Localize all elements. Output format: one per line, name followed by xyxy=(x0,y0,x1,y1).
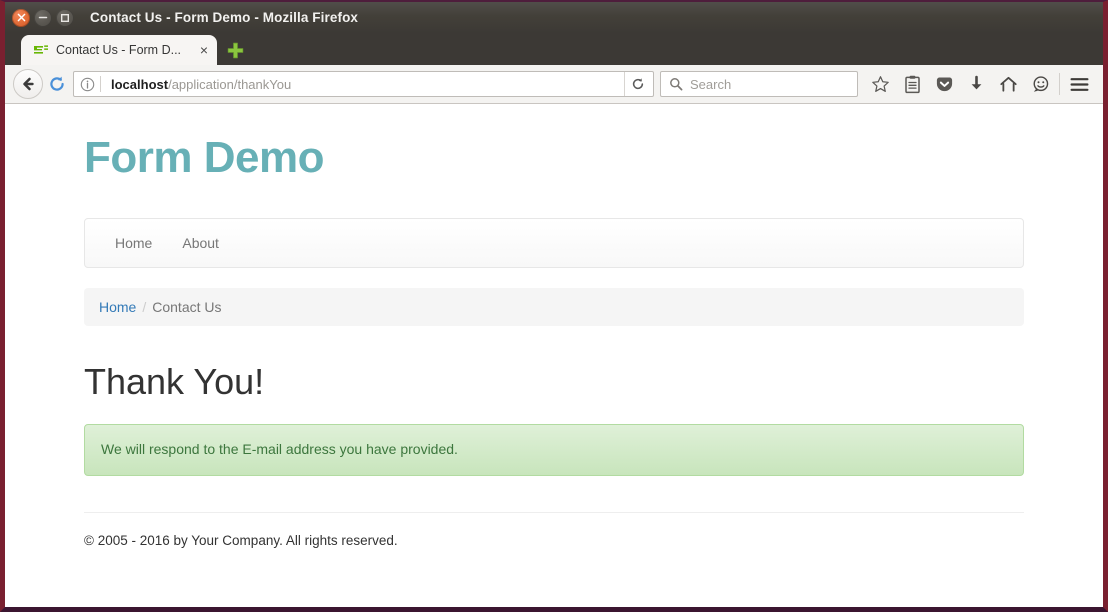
home-button[interactable] xyxy=(992,69,1024,99)
maximize-icon xyxy=(61,13,69,22)
reload-icon xyxy=(50,76,64,91)
back-icon xyxy=(23,77,34,91)
window-close-button[interactable] xyxy=(12,8,30,27)
url-bar[interactable]: localhost/application/thankYou xyxy=(73,71,654,97)
library-icon xyxy=(904,75,920,93)
window-minimize-button[interactable] xyxy=(34,8,52,27)
url-reload-button[interactable] xyxy=(624,72,651,96)
search-input[interactable]: Search xyxy=(660,71,858,97)
site-navbar: Home About xyxy=(84,218,1024,269)
browser-toolbar: localhost/application/thankYou Search xyxy=(5,65,1103,104)
tab-strip: Contact Us - Form D... × xyxy=(5,33,1103,65)
browser-tab[interactable]: Contact Us - Form D... × xyxy=(21,35,217,65)
minimize-icon xyxy=(38,16,48,19)
tab-title: Contact Us - Form D... xyxy=(56,43,182,57)
browser-window: Contact Us - Form Demo - Mozilla Firefox… xyxy=(0,0,1108,612)
site-brand-title: Form Demo xyxy=(84,133,324,182)
url-host: localhost xyxy=(111,76,169,92)
search-placeholder: Search xyxy=(690,76,732,92)
page-title: Thank You! xyxy=(84,361,265,403)
downloads-button[interactable] xyxy=(960,69,992,99)
footer-divider xyxy=(84,511,1024,513)
page-viewport: Form Demo Home About Home / Contact Us T… xyxy=(5,104,1103,607)
window-title: Contact Us - Form Demo - Mozilla Firefox xyxy=(90,10,359,25)
bookmark-star-icon xyxy=(871,75,889,92)
window-maximize-button[interactable] xyxy=(56,8,74,27)
pocket-button[interactable] xyxy=(928,69,960,99)
home-icon xyxy=(999,76,1017,92)
success-alert: We will respond to the E-mail address yo… xyxy=(84,423,1024,476)
page-container: Form Demo Home About Home / Contact Us T… xyxy=(84,104,1024,548)
search-icon xyxy=(670,78,683,91)
url-text: localhost/application/thankYou xyxy=(101,77,624,92)
url-path: /application/thankYou xyxy=(168,76,292,92)
plus-icon xyxy=(227,42,243,58)
window-titlebar: Contact Us - Form Demo - Mozilla Firefox xyxy=(5,2,1103,33)
close-icon xyxy=(17,13,25,22)
footer-copyright: © 2005 - 2016 by Your Company. All right… xyxy=(84,532,398,548)
toolbar-divider xyxy=(1059,73,1060,95)
tab-close-button[interactable]: × xyxy=(200,43,208,57)
nav-item-home[interactable]: Home xyxy=(100,218,167,268)
bookmark-star-button[interactable] xyxy=(864,69,896,99)
downloads-icon xyxy=(971,75,981,89)
success-alert-message: We will respond to the E-mail address yo… xyxy=(101,440,458,457)
zend-framework-icon xyxy=(33,42,49,58)
breadcrumb: Home / Contact Us xyxy=(84,288,1024,327)
feedback-smiley-icon xyxy=(1033,75,1048,92)
library-button[interactable] xyxy=(896,69,928,99)
hamburger-menu-button[interactable] xyxy=(1063,69,1095,99)
reload-button[interactable] xyxy=(43,70,71,98)
breadcrumb-separator: / xyxy=(142,299,147,316)
reload-icon xyxy=(632,78,644,90)
nav-item-about[interactable]: About xyxy=(167,218,234,268)
site-info-icon[interactable] xyxy=(74,77,100,92)
feedback-button[interactable] xyxy=(1024,69,1056,99)
hamburger-menu-icon xyxy=(1070,77,1088,91)
breadcrumb-active-item: Contact Us xyxy=(152,299,222,316)
new-tab-button[interactable] xyxy=(220,35,250,65)
pocket-icon xyxy=(936,76,952,91)
breadcrumb-link-home[interactable]: Home xyxy=(99,299,136,315)
back-button[interactable] xyxy=(13,69,43,99)
